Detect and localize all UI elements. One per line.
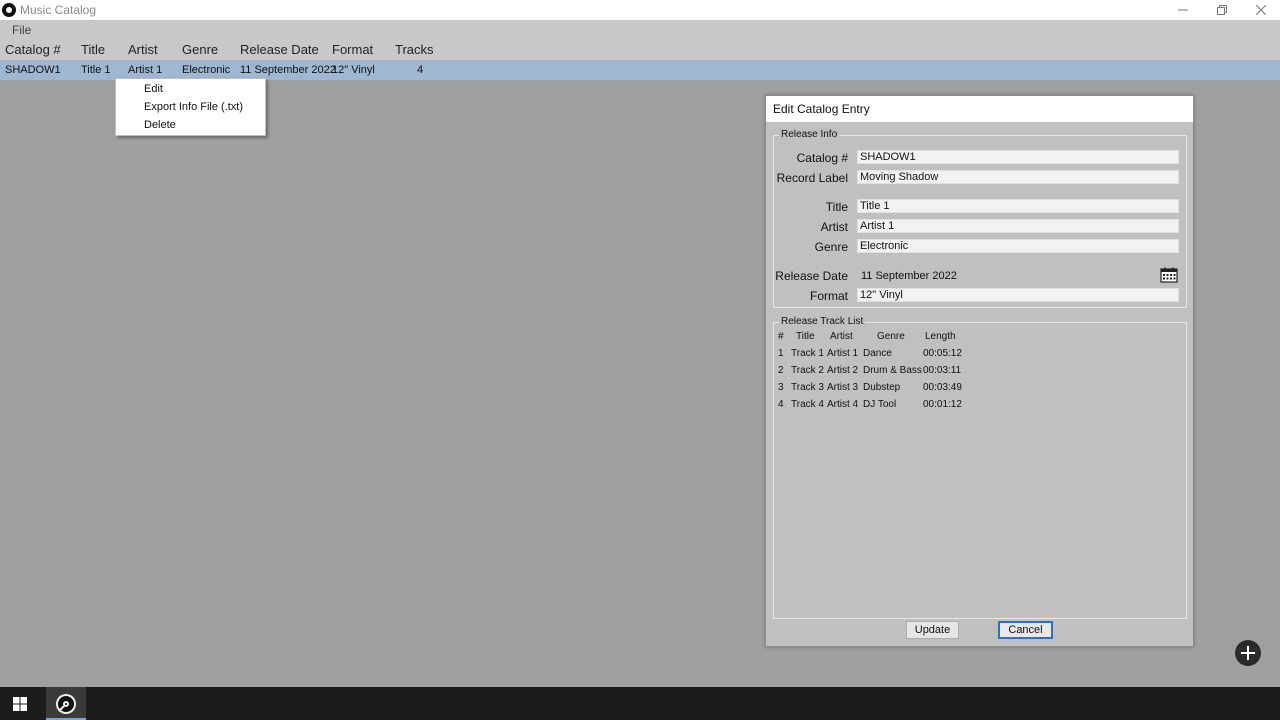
context-menu: Edit Export Info File (.txt) Delete: [115, 78, 266, 136]
title-label: Title: [825, 200, 848, 214]
start-button[interactable]: [0, 687, 40, 720]
menu-file[interactable]: File: [12, 23, 31, 37]
header-artist[interactable]: Artist: [128, 40, 158, 60]
taskbar: [0, 687, 1280, 720]
title-bar: Music Catalog: [0, 0, 1280, 20]
header-genre[interactable]: Genre: [182, 40, 218, 60]
track-number: 1: [778, 348, 784, 359]
cell-title: Title 1: [81, 64, 111, 76]
track-header-length[interactable]: Length: [925, 331, 956, 343]
table-row[interactable]: SHADOW1 Title 1 Artist 1 Electronic 11 S…: [0, 60, 1280, 80]
release-date-value: 11 September 2022: [861, 270, 957, 282]
track-genre: Drum & Bass: [863, 365, 922, 376]
track-number: 2: [778, 365, 784, 376]
catalog-label: Catalog #: [796, 151, 848, 165]
track-length: 00:05:12: [923, 348, 962, 359]
header-format[interactable]: Format: [332, 40, 373, 60]
catalog-field[interactable]: SHADOW1: [857, 150, 1179, 164]
track-length: 00:01:12: [923, 399, 962, 410]
minimize-button[interactable]: [1163, 0, 1202, 20]
format-label: Format: [809, 289, 848, 303]
genre-label: Genre: [814, 240, 848, 254]
cell-genre: Electronic: [182, 64, 231, 76]
close-icon: [1255, 5, 1266, 15]
restore-icon: [1216, 5, 1227, 15]
track-length: 00:03:49: [923, 382, 962, 393]
header-release-date[interactable]: Release Date: [240, 40, 319, 60]
track-length: 00:03:11: [923, 365, 962, 376]
edit-catalog-dialog: Edit Catalog Entry Release Info Catalog …: [765, 95, 1194, 647]
release-date-label: Release Date: [775, 269, 848, 283]
release-info-label: Release Info: [779, 129, 840, 141]
cell-tracks: 4: [417, 64, 424, 76]
artist-field[interactable]: Artist 1: [857, 219, 1179, 233]
track-header-title[interactable]: Title: [796, 331, 815, 343]
track-header-number[interactable]: #: [778, 331, 784, 343]
track-genre: DJ Tool: [863, 399, 897, 410]
track-header-genre[interactable]: Genre: [877, 331, 905, 343]
cancel-button[interactable]: Cancel: [998, 621, 1053, 639]
track-artist: Artist 4: [827, 399, 859, 410]
window-title: Music Catalog: [20, 3, 97, 17]
vinyl-record-icon: [2, 3, 16, 17]
record-label-label: Record Label: [776, 171, 848, 185]
header-title[interactable]: Title: [81, 40, 105, 60]
record-label-field[interactable]: Moving Shadow: [857, 170, 1179, 184]
track-title: Track 1: [791, 348, 824, 359]
menu-bar: File: [0, 20, 1280, 40]
restore-button[interactable]: [1202, 0, 1241, 20]
track-number: 3: [778, 382, 784, 393]
cell-format: 12" Vinyl: [332, 64, 375, 76]
header-tracks[interactable]: Tracks: [395, 40, 434, 60]
calendar-icon[interactable]: [1160, 267, 1178, 283]
track-title: Track 4: [791, 399, 824, 410]
add-entry-button[interactable]: [1235, 640, 1261, 666]
cell-artist: Artist 1: [128, 64, 163, 76]
track-title: Track 2: [791, 365, 824, 376]
window-controls: [1163, 0, 1280, 20]
track-title: Track 3: [791, 382, 824, 393]
title-field[interactable]: Title 1: [857, 199, 1179, 213]
dialog-title: Edit Catalog Entry: [766, 96, 1193, 122]
artist-label: Artist: [820, 220, 848, 234]
track-genre: Dance: [863, 348, 892, 359]
cell-release-date: 11 September 2022: [240, 64, 336, 76]
context-menu-edit[interactable]: Edit: [144, 80, 163, 98]
context-menu-export[interactable]: Export Info File (.txt): [144, 98, 243, 116]
track-list-label: Release Track List: [779, 316, 866, 328]
track-header-artist[interactable]: Artist: [830, 331, 853, 343]
genre-field[interactable]: Electronic: [857, 239, 1179, 253]
track-number: 4: [778, 399, 784, 410]
header-catalog[interactable]: Catalog #: [5, 40, 61, 60]
cell-catalog: SHADOW1: [5, 64, 61, 76]
close-button[interactable]: [1241, 0, 1280, 20]
context-menu-delete[interactable]: Delete: [144, 116, 176, 134]
windows-start-icon: [13, 696, 27, 711]
minimize-icon: [1177, 9, 1188, 11]
track-artist: Artist 2: [827, 365, 859, 376]
taskbar-music-catalog[interactable]: [46, 687, 86, 720]
track-artist: Artist 3: [827, 382, 859, 393]
track-genre: Dubstep: [863, 382, 901, 393]
format-field[interactable]: 12" Vinyl: [857, 288, 1179, 302]
vinyl-record-icon: [56, 693, 76, 714]
track-artist: Artist 1: [827, 348, 859, 359]
update-button[interactable]: Update: [906, 621, 959, 639]
catalog-table-header: Catalog # Title Artist Genre Release Dat…: [0, 40, 1280, 60]
